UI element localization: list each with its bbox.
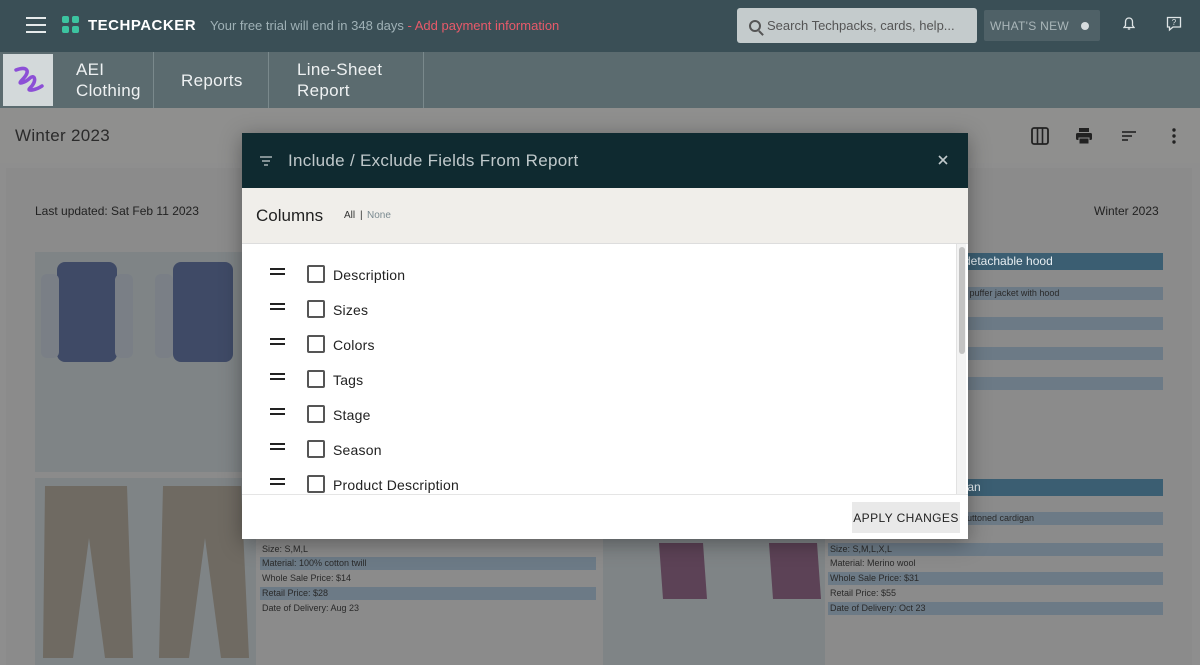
card-field: Retail Price: $55 <box>830 588 897 598</box>
field-item-stage[interactable]: Stage <box>242 396 956 431</box>
print-icon[interactable] <box>1075 127 1093 145</box>
apply-changes-button[interactable]: APPLY CHANGES <box>852 502 960 533</box>
bell-icon[interactable] <box>1123 17 1135 31</box>
tab-label: Reports <box>181 70 243 90</box>
field-label: Colors <box>333 337 375 353</box>
field-label: Tags <box>333 372 364 388</box>
dialog-title: Include / Exclude Fields From Report <box>288 151 579 170</box>
more-options-icon[interactable] <box>1165 127 1183 145</box>
card-field: Date of Delivery: Aug 23 <box>262 603 360 613</box>
card-field: Date of Delivery: Oct 23 <box>828 602 1163 615</box>
whats-new-label: WHAT'S NEW <box>990 18 1070 33</box>
card-field: Material: Merino wool <box>830 558 916 568</box>
field-checkbox[interactable] <box>307 475 325 493</box>
search-icon <box>749 19 761 32</box>
cardigan-sketch-icon <box>607 543 821 599</box>
logo-text: TECHPACKER <box>88 16 197 34</box>
fields-list: Description Sizes Colors Tags Stage Seas… <box>242 244 956 494</box>
field-checkbox[interactable] <box>307 440 325 458</box>
link-separator: | <box>360 210 363 221</box>
field-item-sizes[interactable]: Sizes <box>242 291 956 326</box>
field-label: Product Description <box>333 477 459 493</box>
select-all-link[interactable]: All <box>344 210 355 221</box>
page-title: Winter 2023 <box>15 126 110 145</box>
field-label: Stage <box>333 407 371 423</box>
last-updated: Last updated: Sat Feb 11 2023 <box>35 204 199 218</box>
fields-scrollbar[interactable] <box>956 244 966 494</box>
field-label: Season <box>333 442 382 458</box>
card-field: Whole Sale Price: $14 <box>262 573 352 583</box>
add-payment-link[interactable]: - Add payment information <box>404 18 560 33</box>
field-checkbox[interactable] <box>307 265 325 283</box>
select-none-link[interactable]: None <box>367 210 391 221</box>
dialog-footer: APPLY CHANGES <box>242 494 968 539</box>
search-input[interactable] <box>767 18 967 33</box>
field-checkbox[interactable] <box>307 300 325 318</box>
drag-handle-icon[interactable] <box>270 443 285 450</box>
field-label: Description <box>333 267 406 283</box>
dialog-header: Include / Exclude Fields From Report <box>242 133 968 188</box>
tab-label: Line-Sheet Report <box>297 60 383 100</box>
field-item-product-description[interactable]: Product Description <box>242 466 956 494</box>
field-item-description[interactable]: Description <box>242 256 956 291</box>
top-bar: TECHPACKER Your free trial will end in 3… <box>0 0 1200 52</box>
help-chat-icon[interactable]: ? <box>1166 16 1182 32</box>
columns-icon[interactable] <box>1031 127 1049 145</box>
search-box[interactable] <box>737 8 977 43</box>
tab-line-sheet-report[interactable]: Line-Sheet Report <box>269 52 424 108</box>
card-field: Material: 100% cotton twill <box>260 557 596 570</box>
report-season: Winter 2023 <box>1094 204 1159 218</box>
notification-dot-icon <box>1081 21 1090 30</box>
card-field: Whole Sale Price: $31 <box>828 572 1163 585</box>
tab-reports[interactable]: Reports <box>154 52 269 108</box>
filter-icon <box>260 156 272 166</box>
scrollbar-thumb[interactable] <box>959 247 965 354</box>
field-checkbox[interactable] <box>307 405 325 423</box>
product-image-cardigan <box>603 539 825 665</box>
trial-text: Your free trial will end in 348 days <box>210 18 404 33</box>
product-image-jacket <box>35 252 242 472</box>
columns-label: Columns <box>256 206 324 225</box>
card-field: Size: S,M,L,X,L <box>828 543 1163 556</box>
card-title: detachable hood <box>960 253 1163 270</box>
brand-avatar[interactable] <box>3 54 53 106</box>
field-checkbox[interactable] <box>307 370 325 388</box>
field-item-tags[interactable]: Tags <box>242 361 956 396</box>
techpacker-logo-icon <box>62 16 80 34</box>
drag-handle-icon[interactable] <box>270 338 285 345</box>
jacket-sketch-icon <box>41 262 233 362</box>
trial-notice: Your free trial will end in 348 days - A… <box>210 18 559 33</box>
card-field: buttoned cardigan <box>960 512 1163 525</box>
card-field <box>960 377 1163 390</box>
card-field: Size: S,M,L <box>262 544 309 554</box>
pants-sketch-icon <box>43 486 249 658</box>
field-label: Sizes <box>333 302 369 318</box>
tab-aei-clothing[interactable]: AEI Clothing <box>54 52 154 108</box>
app-logo[interactable]: TECHPACKER <box>62 16 196 34</box>
hamburger-menu-icon[interactable] <box>26 17 46 33</box>
tab-label: AEI Clothing <box>76 60 141 100</box>
whats-new-button[interactable]: WHAT'S NEW <box>984 10 1100 41</box>
drag-handle-icon[interactable] <box>270 373 285 380</box>
sort-icon[interactable] <box>1120 127 1138 145</box>
drag-handle-icon[interactable] <box>270 478 285 485</box>
drag-handle-icon[interactable] <box>270 408 285 415</box>
drag-handle-icon[interactable] <box>270 268 285 275</box>
field-checkbox[interactable] <box>307 335 325 353</box>
columns-header: Columns All | None <box>242 188 968 244</box>
close-icon[interactable] <box>936 153 950 167</box>
field-item-colors[interactable]: Colors <box>242 326 956 361</box>
svg-text:?: ? <box>1172 18 1177 27</box>
card-field <box>960 317 1163 330</box>
drag-handle-icon[interactable] <box>270 303 285 310</box>
card-field: Retail Price: $28 <box>260 587 596 600</box>
card-title: tan <box>960 479 1163 496</box>
brand-logo-icon <box>14 66 44 92</box>
product-image-pants <box>35 478 256 665</box>
include-exclude-fields-dialog: Include / Exclude Fields From Report Col… <box>242 133 968 539</box>
card-field <box>960 347 1163 360</box>
field-item-season[interactable]: Season <box>242 431 956 466</box>
card-field: d puffer jacket with hood <box>960 287 1163 300</box>
